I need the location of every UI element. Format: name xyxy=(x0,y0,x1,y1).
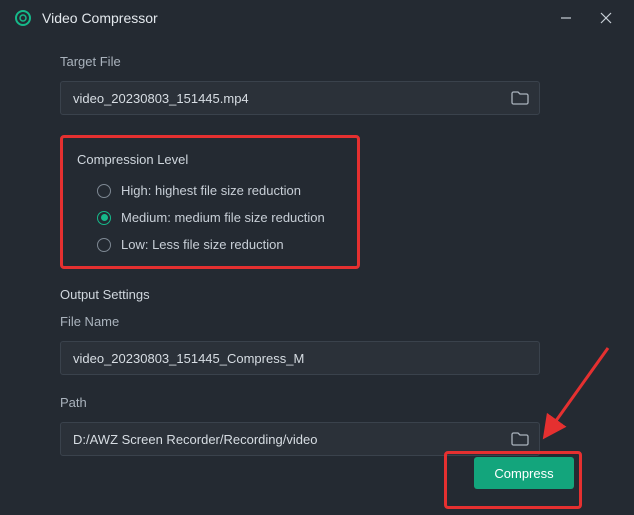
radio-low[interactable]: Low: Less file size reduction xyxy=(97,237,343,252)
output-settings-label: Output Settings xyxy=(60,287,574,302)
radio-high-label: High: highest file size reduction xyxy=(121,183,301,198)
radio-icon xyxy=(97,184,111,198)
compression-level-label: Compression Level xyxy=(77,152,343,167)
titlebar: Video Compressor xyxy=(0,0,634,36)
radio-icon xyxy=(97,211,111,225)
radio-low-label: Low: Less file size reduction xyxy=(121,237,284,252)
filename-row xyxy=(60,341,540,375)
compression-radio-group: High: highest file size reduction Medium… xyxy=(77,183,343,252)
radio-dot-icon xyxy=(101,214,108,221)
window-controls xyxy=(546,0,626,36)
compress-button[interactable]: Compress xyxy=(474,457,574,489)
browse-target-icon[interactable] xyxy=(509,87,531,109)
radio-icon xyxy=(97,238,111,252)
path-input[interactable] xyxy=(73,432,509,447)
window-title: Video Compressor xyxy=(42,10,158,26)
path-label: Path xyxy=(60,395,574,410)
close-button[interactable] xyxy=(586,0,626,36)
minimize-button[interactable] xyxy=(546,0,586,36)
radio-medium[interactable]: Medium: medium file size reduction xyxy=(97,210,343,225)
browse-path-icon[interactable] xyxy=(509,428,531,450)
filename-input[interactable] xyxy=(73,351,531,366)
path-row xyxy=(60,422,540,456)
target-file-input[interactable] xyxy=(73,91,509,106)
radio-medium-label: Medium: medium file size reduction xyxy=(121,210,325,225)
dialog-body: Target File Compression Level High: high… xyxy=(0,36,634,456)
compression-highlight-annotation: Compression Level High: highest file siz… xyxy=(60,135,360,269)
app-logo-icon xyxy=(14,9,32,27)
radio-high[interactable]: High: highest file size reduction xyxy=(97,183,343,198)
filename-label: File Name xyxy=(60,314,574,329)
target-file-label: Target File xyxy=(60,54,574,69)
video-compressor-window: Video Compressor Target File Compression… xyxy=(0,0,634,515)
target-file-row xyxy=(60,81,540,115)
